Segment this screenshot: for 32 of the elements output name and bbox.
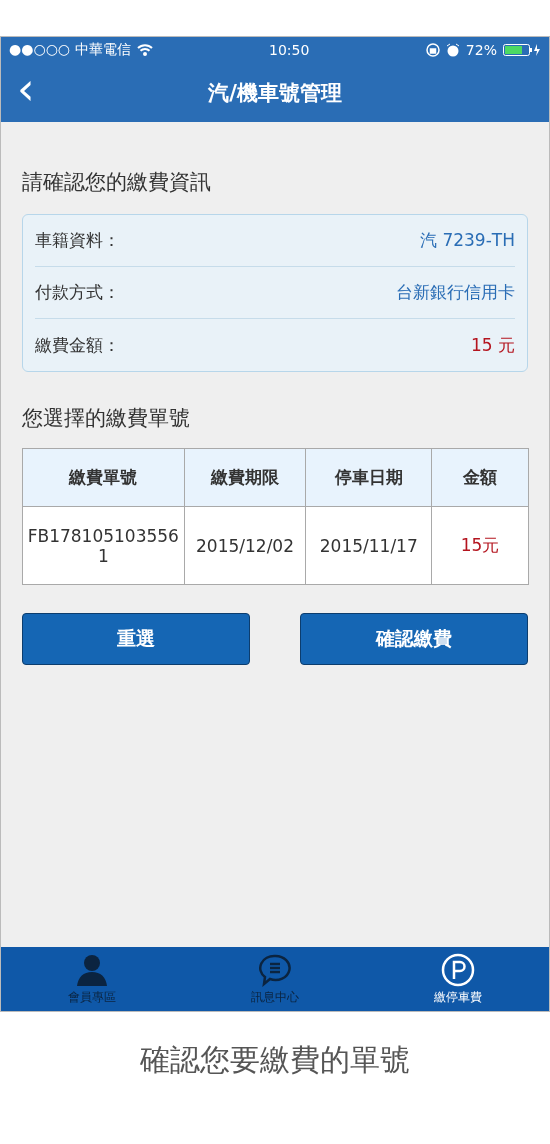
rotation-lock-icon bbox=[425, 43, 440, 57]
tab-bar-item[interactable]: 繳停車費 bbox=[366, 947, 549, 1011]
parking-icon bbox=[440, 952, 475, 987]
field-value: 台新銀行信用卡 bbox=[396, 281, 515, 304]
table-cell: 2015/11/17 bbox=[305, 506, 432, 585]
column-header: 繳費期限 bbox=[184, 448, 306, 507]
column-header: 金額 bbox=[431, 448, 529, 507]
table-cell: 2015/12/02 bbox=[184, 506, 306, 585]
confirm-button[interactable]: 確認繳費 bbox=[300, 613, 528, 665]
page-title: 汽/機車號管理 bbox=[208, 79, 342, 107]
column-header: 繳費單號 bbox=[22, 448, 185, 507]
section-heading: 您選擇的繳費單號 bbox=[22, 405, 191, 432]
table-cell: 15元 bbox=[431, 506, 529, 585]
clock-time: 10:50 bbox=[269, 42, 310, 58]
alarm-icon bbox=[445, 43, 460, 57]
person-icon bbox=[75, 952, 110, 987]
battery-percent: 72% bbox=[465, 42, 497, 58]
battery-charging-icon bbox=[503, 43, 541, 57]
chat-bubble-icon bbox=[258, 952, 292, 987]
wifi-icon bbox=[136, 44, 153, 56]
carrier-name: ●●○○○ 中華電信 bbox=[9, 41, 131, 59]
table-cell: FB1781051035561 bbox=[22, 506, 185, 585]
column-header: 停車日期 bbox=[305, 448, 432, 507]
field-label: 付款方式： bbox=[35, 281, 120, 304]
field-label: 車籍資料： bbox=[35, 229, 120, 252]
reselect-button[interactable]: 重選 bbox=[22, 613, 250, 665]
field-value: 汽 7239-TH bbox=[420, 229, 515, 252]
back-button[interactable]: ‹ bbox=[11, 69, 41, 109]
field-label: 繳費金額： bbox=[35, 333, 120, 357]
caption: 確認您要繳費的單號 bbox=[140, 1041, 410, 1079]
field-value: 15 元 bbox=[470, 333, 515, 357]
section-heading: 請確認您的繳費資訊 bbox=[22, 169, 212, 196]
